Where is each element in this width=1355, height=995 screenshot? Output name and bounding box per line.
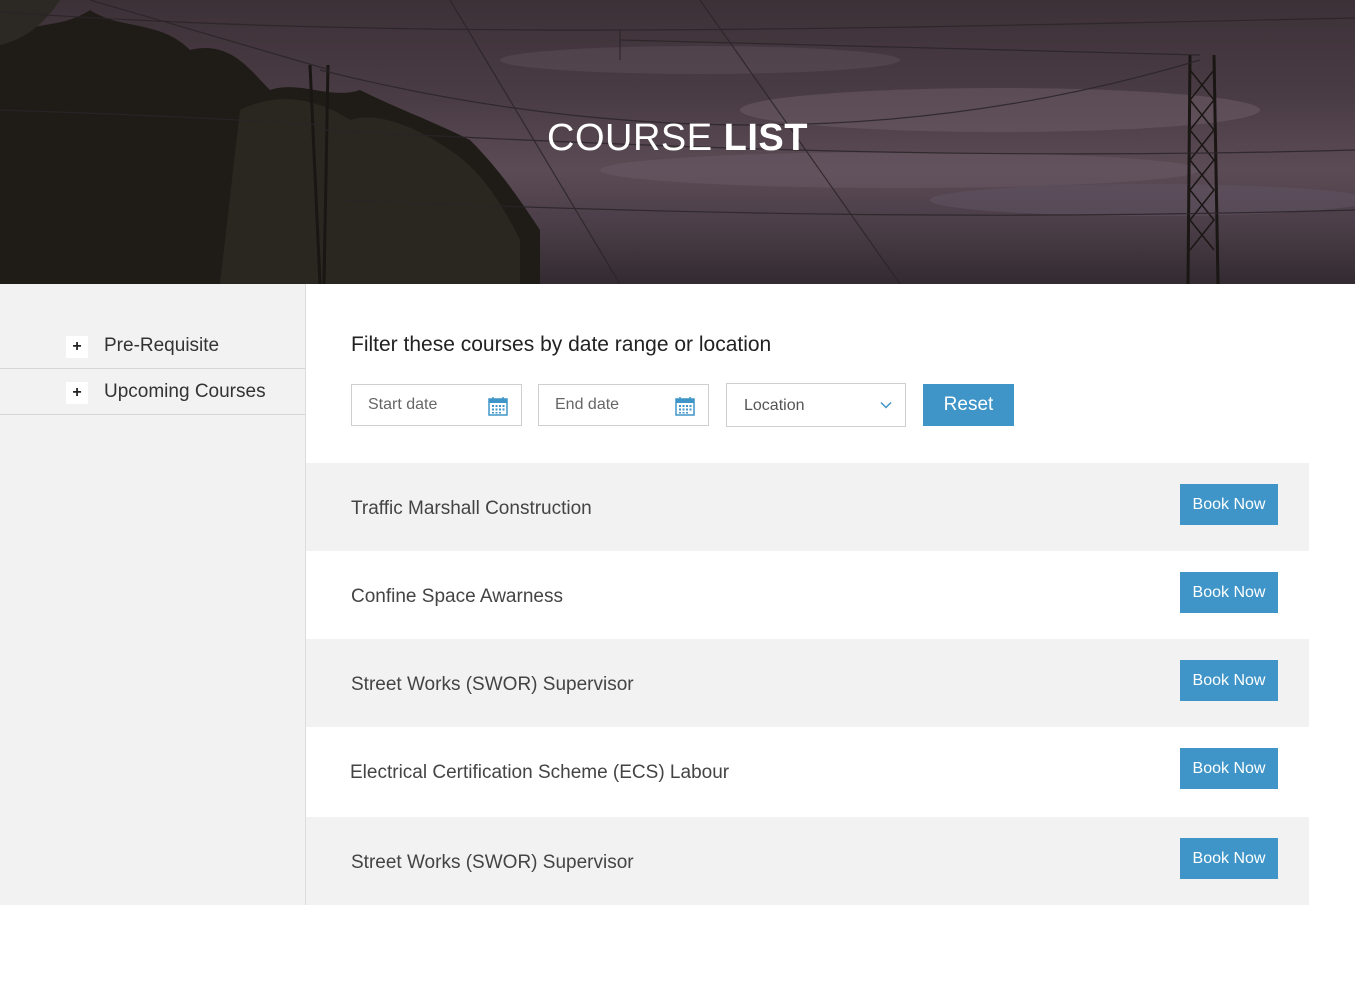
page-title-light: COURSE xyxy=(547,117,713,159)
course-name: Confine Space Awarness xyxy=(351,586,563,607)
sidebar: + Pre-Requisite + Upcoming Courses xyxy=(0,284,306,905)
book-now-button[interactable]: Book Now xyxy=(1180,572,1278,613)
course-row: Confine Space Awarness Book Now xyxy=(306,551,1309,639)
filter-heading: Filter these courses by date range or lo… xyxy=(351,333,772,356)
sidebar-item-label: Upcoming Courses xyxy=(104,381,266,402)
book-now-button[interactable]: Book Now xyxy=(1180,660,1278,701)
book-now-button[interactable]: Book Now xyxy=(1180,748,1278,789)
course-row: Traffic Marshall Construction Book Now xyxy=(306,463,1309,551)
location-select[interactable]: Location xyxy=(726,383,906,427)
course-row: Street Works (SWOR) Supervisor Book Now xyxy=(306,817,1309,905)
book-now-button[interactable]: Book Now xyxy=(1180,484,1278,525)
calendar-icon[interactable] xyxy=(487,395,509,417)
book-now-button[interactable]: Book Now xyxy=(1180,838,1278,879)
calendar-icon[interactable] xyxy=(674,395,696,417)
sidebar-item-label: Pre-Requisite xyxy=(104,335,220,356)
chevron-down-icon xyxy=(880,401,892,409)
sidebar-item-pre-requisite[interactable]: + Pre-Requisite xyxy=(0,323,305,369)
hero-banner: COURSE LIST xyxy=(0,0,1355,284)
sidebar-item-upcoming-courses[interactable]: + Upcoming Courses xyxy=(0,369,305,415)
plus-icon: + xyxy=(66,382,88,404)
page-title-bold: LIST xyxy=(723,117,808,159)
end-date-field[interactable] xyxy=(538,384,709,426)
location-select-value: Location xyxy=(744,397,805,414)
page-title: COURSE LIST xyxy=(0,117,1355,160)
start-date-input[interactable] xyxy=(352,385,482,425)
course-name: Street Works (SWOR) Supervisor xyxy=(351,852,634,873)
course-row: Electrical Certification Scheme (ECS) La… xyxy=(306,727,1309,815)
end-date-input[interactable] xyxy=(539,385,669,425)
reset-button[interactable]: Reset xyxy=(923,384,1014,426)
course-name: Street Works (SWOR) Supervisor xyxy=(351,674,634,695)
course-row: Street Works (SWOR) Supervisor Book Now xyxy=(306,639,1309,727)
start-date-field[interactable] xyxy=(351,384,522,426)
course-name: Traffic Marshall Construction xyxy=(351,498,592,519)
plus-icon: + xyxy=(66,336,88,358)
course-name: Electrical Certification Scheme (ECS) La… xyxy=(350,762,730,783)
